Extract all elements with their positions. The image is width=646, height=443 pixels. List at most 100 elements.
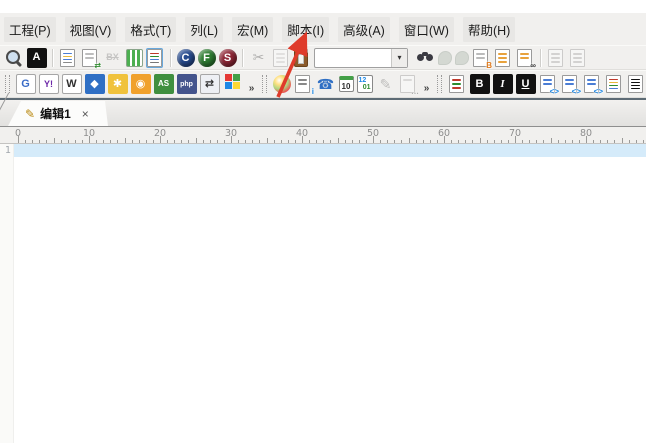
line-number: 1 xyxy=(5,145,11,156)
ruler-tick xyxy=(352,140,353,143)
menu-item-window[interactable]: 窗口(W) xyxy=(399,17,454,42)
ruler-tick xyxy=(472,140,473,143)
ruler-tick xyxy=(536,140,537,143)
combobox-dropdown-icon[interactable]: ▾ xyxy=(391,49,407,67)
doc-styles-icon[interactable] xyxy=(60,49,75,67)
toolbar-overflow-icon[interactable]: » xyxy=(420,74,433,94)
ruler-tick xyxy=(117,140,118,143)
yahoo-search-icon[interactable]: Y! xyxy=(39,74,59,94)
actionscript-icon[interactable]: AS xyxy=(154,74,174,94)
line-list-icon[interactable] xyxy=(147,49,162,67)
bold-icon[interactable]: B xyxy=(470,74,490,94)
ruler-tick xyxy=(330,140,331,143)
compare-doc2-icon[interactable] xyxy=(570,49,585,67)
find-in-files-icon[interactable] xyxy=(495,49,510,67)
ruler-tick xyxy=(25,140,26,143)
ruler-tick xyxy=(46,140,47,143)
columns-mode-icon[interactable] xyxy=(126,49,143,67)
encoding-f-icon[interactable]: F xyxy=(198,49,216,67)
toolbar-overflow-icon[interactable]: » xyxy=(245,74,258,94)
find-next-icon[interactable] xyxy=(455,51,469,65)
ruler-tick xyxy=(387,140,388,143)
call-tip-icon[interactable]: ☎ xyxy=(316,74,336,94)
replace-icon[interactable]: B xyxy=(473,49,488,67)
editor-area[interactable]: 1 xyxy=(0,144,646,443)
zoom-select-icon[interactable] xyxy=(4,48,24,68)
google-search-icon[interactable]: G xyxy=(16,74,36,94)
wikipedia-search-icon[interactable]: W xyxy=(62,74,82,94)
web-tool-icon[interactable]: ◉ xyxy=(131,74,151,94)
ruler-tick xyxy=(61,140,62,143)
edit-pencil-icon: ✎ xyxy=(25,108,35,120)
ruler-tick xyxy=(302,136,303,143)
copy-icon[interactable] xyxy=(273,49,288,67)
menu-bar: 工程(P) 视图(V) 格式(T) 列(L) 宏(M) 脚本(I) 高级(A) 窗口(W) 帮助… xyxy=(0,13,646,45)
rainbow-doc-icon[interactable] xyxy=(606,75,621,93)
encoding-c-icon[interactable]: C xyxy=(177,49,195,67)
line-number-gutter: 1 xyxy=(0,144,14,443)
font-icon[interactable]: A xyxy=(27,48,47,68)
black-doc-icon[interactable] xyxy=(628,75,643,93)
ruler-tick xyxy=(614,140,615,143)
menu-item-view[interactable]: 视图(V) xyxy=(65,17,117,42)
ruler-tick xyxy=(380,140,381,143)
list-markers-icon[interactable] xyxy=(449,75,464,93)
ruler-tick xyxy=(96,140,97,143)
replace-in-files-icon[interactable]: ∞ xyxy=(517,49,532,67)
cut-icon[interactable]: ✂ xyxy=(249,48,269,68)
ruler-tick xyxy=(18,136,19,143)
italic-icon[interactable]: I xyxy=(493,74,513,94)
sync-arrows-icon[interactable]: ⇄ xyxy=(200,74,220,94)
tab-label: 编辑1 xyxy=(40,105,71,122)
doc-info-icon-badge: i xyxy=(312,88,314,96)
code-list-numbered-icon[interactable]: <> xyxy=(562,75,577,93)
ruler-tick xyxy=(401,140,402,143)
code-list-3-icon-badge: <> xyxy=(594,88,603,96)
menu-item-help[interactable]: 帮助(H) xyxy=(463,17,515,42)
color-picker-icon[interactable] xyxy=(273,75,291,93)
search-combobox[interactable]: ▾ xyxy=(314,48,408,68)
tab-edit1[interactable]: ✎ 编辑1 × xyxy=(8,101,108,126)
compare-doc-icon[interactable] xyxy=(548,49,563,67)
ruler-tick xyxy=(487,140,488,143)
menu-item-format[interactable]: 格式(T) xyxy=(125,17,176,42)
menu-item-column[interactable]: 列(L) xyxy=(185,17,223,42)
ruler-tick xyxy=(622,138,623,143)
spelling-disabled-icon[interactable]: BX xyxy=(103,48,123,68)
code-list-3-icon[interactable]: <> xyxy=(584,75,599,93)
pen-icon[interactable]: ✎ xyxy=(376,74,396,94)
ruler-tick xyxy=(295,140,296,143)
ruler-tick xyxy=(181,140,182,143)
ruler-tick xyxy=(245,140,246,143)
doc-info-icon[interactable]: i xyxy=(295,75,310,93)
datetime-icon[interactable]: 1201 xyxy=(357,75,373,93)
ruler-tick xyxy=(579,140,580,143)
calendar-icon[interactable]: 10 xyxy=(339,76,354,92)
menu-item-advanced[interactable]: 高级(A) xyxy=(338,17,390,42)
code-list-icon[interactable]: <> xyxy=(540,75,555,93)
msdn-search-icon[interactable]: ◆ xyxy=(85,74,105,94)
search-combobox-value[interactable] xyxy=(315,49,391,67)
menu-item-macro[interactable]: 宏(M) xyxy=(232,17,273,42)
text-content[interactable] xyxy=(14,144,646,443)
ruler-tick xyxy=(586,136,587,143)
find-prev-icon[interactable] xyxy=(438,51,452,65)
menu-item-project[interactable]: 工程(P) xyxy=(4,17,56,42)
php-icon[interactable]: php xyxy=(177,74,197,94)
snippet-doc-icon[interactable]: … xyxy=(400,75,415,93)
ruler-tick xyxy=(416,140,417,143)
ruler-tick xyxy=(54,138,55,143)
underline-icon[interactable]: U xyxy=(516,74,536,94)
menu-item-script[interactable]: 脚本(I) xyxy=(282,17,329,42)
ms-office-icon[interactable] xyxy=(223,74,243,94)
current-line-highlight xyxy=(14,144,646,157)
encoding-s-icon[interactable]: S xyxy=(219,49,237,67)
title-area xyxy=(0,0,646,13)
doc-refresh-icon[interactable]: ⇄ xyxy=(82,49,97,67)
separator xyxy=(540,49,541,67)
find-binoculars-icon[interactable] xyxy=(415,48,435,68)
tab-close-icon[interactable]: × xyxy=(82,108,89,120)
magic-tool-icon[interactable]: ✱ xyxy=(108,74,128,94)
paste-clipboard-icon[interactable] xyxy=(294,49,308,67)
separator xyxy=(52,49,53,67)
